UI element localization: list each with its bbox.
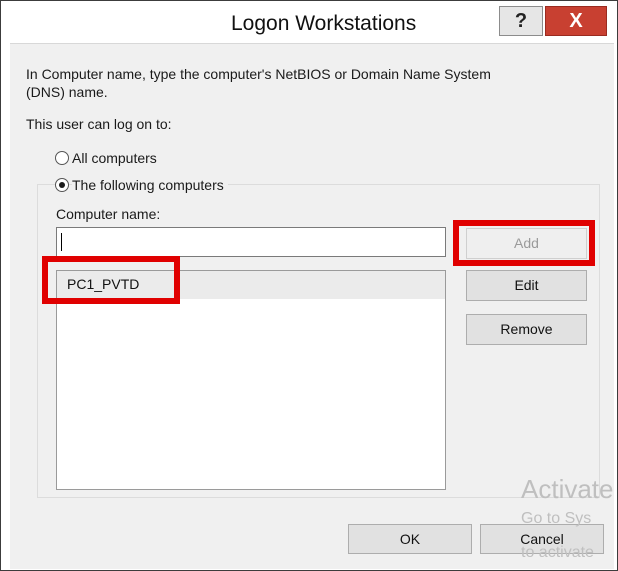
all-computers-label[interactable]: All computers (72, 150, 157, 166)
computer-name-input[interactable] (56, 227, 446, 257)
window-title: Logon Workstations (231, 12, 417, 35)
remove-button[interactable]: Remove (466, 314, 587, 345)
help-button[interactable]: ? (499, 6, 543, 36)
dialog-body: In Computer name, type the computer's Ne… (10, 43, 614, 569)
dialog-window: Logon Workstations ? X In Computer name,… (0, 0, 618, 571)
ok-button[interactable]: OK (348, 524, 472, 554)
radio-selected-dot (59, 182, 65, 188)
add-button-highlight (453, 220, 595, 266)
watermark-title: Activate (521, 474, 614, 504)
text-caret (61, 233, 62, 251)
instruction-line-1: In Computer name, type the computer's Ne… (26, 66, 491, 82)
close-button[interactable]: X (545, 6, 607, 36)
computer-name-label: Computer name: (56, 206, 161, 222)
title-bar[interactable]: Logon Workstations ? X (11, 6, 615, 42)
all-computers-radio[interactable] (55, 151, 69, 165)
edit-button[interactable]: Edit (466, 270, 587, 301)
following-computers-label[interactable]: The following computers (72, 177, 228, 193)
following-computers-radio[interactable] (55, 178, 69, 192)
watermark-line-3: to activate (521, 544, 594, 561)
list-item-highlight (42, 256, 180, 304)
logon-to-label: This user can log on to: (26, 116, 172, 132)
watermark-line-2: Go to Sys (521, 510, 592, 527)
instruction-line-2: (DNS) name. (26, 84, 108, 100)
